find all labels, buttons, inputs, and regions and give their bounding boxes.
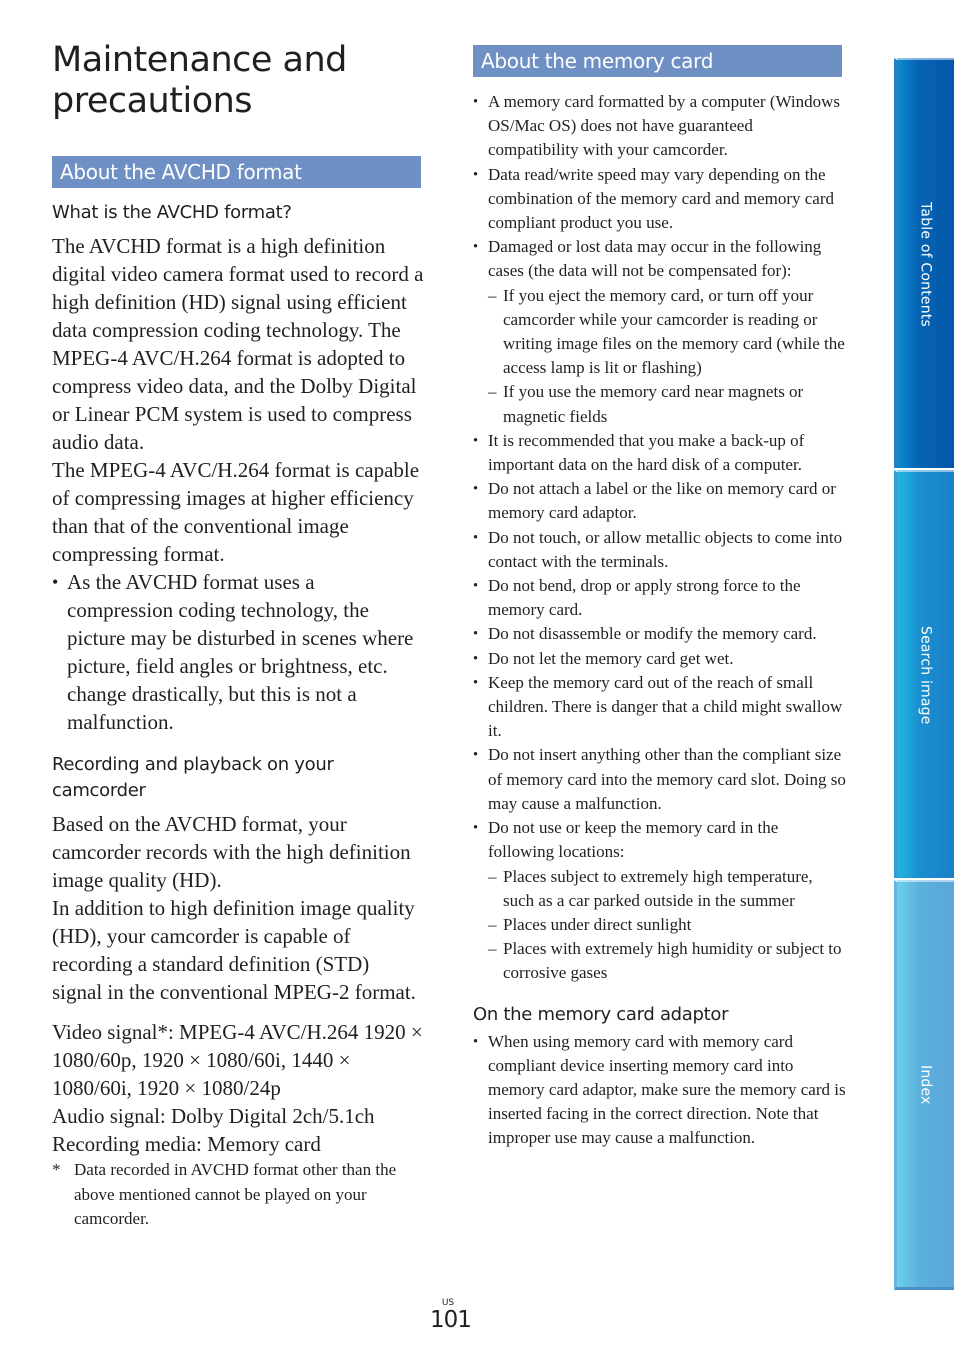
sub-list-item: If you eject the memory card, or turn of…	[488, 284, 847, 381]
footnote-mark: *	[52, 1160, 61, 1179]
sub-list: Places subject to extremely high tempera…	[488, 865, 847, 986]
footnote-text: Data recorded in AVCHD format other than…	[74, 1160, 397, 1228]
list-item: Data read/write speed may vary depending…	[473, 163, 847, 236]
paragraph: The AVCHD format is a high definition di…	[52, 234, 424, 454]
list-item-text: Do not bend, drop or apply strong force …	[488, 576, 801, 620]
side-navigation: Table of Contents Search image Index	[894, 58, 954, 1290]
tab-table-of-contents[interactable]: Table of Contents	[894, 58, 954, 468]
paragraph: Based on the AVCHD format, your camcorde…	[52, 812, 411, 892]
subheading-recording-playback: Recording and playback on your camcorder	[52, 754, 334, 801]
spec-list: Video signal*: MPEG-4 AVC/H.264 1920 × 1…	[52, 1018, 424, 1158]
list-item: A memory card formatted by a computer (W…	[473, 90, 847, 163]
spec-video-signal: Video signal*: MPEG-4 AVC/H.264 1920 × 1…	[52, 1020, 423, 1100]
list-item: Do not disassemble or modify the memory …	[473, 622, 847, 646]
list-item: Damaged or lost data may occur in the fo…	[473, 235, 847, 429]
page-number-value: 101	[430, 1307, 472, 1333]
list-item: Do not bend, drop or apply strong force …	[473, 574, 847, 622]
tab-label: Table of Contents	[917, 201, 934, 327]
paragraph: In addition to high definition image qua…	[52, 896, 416, 1004]
bullet-list: A memory card formatted by a computer (W…	[473, 90, 847, 986]
list-item: When using memory card with memory card …	[473, 1030, 847, 1151]
section-heading-memory-card: About the memory card	[473, 45, 842, 77]
paragraph: The MPEG-4 AVC/H.264 format is capable o…	[52, 458, 420, 566]
list-item: Do not insert anything other than the co…	[473, 743, 847, 816]
tab-label: Index	[917, 1064, 934, 1105]
sub-list-item: Places subject to extremely high tempera…	[488, 865, 847, 913]
spec-audio-signal: Audio signal: Dolby Digital 2ch/5.1ch	[52, 1104, 375, 1128]
list-item: Keep the memory card out of the reach of…	[473, 671, 847, 744]
list-item-text: Do not disassemble or modify the memory …	[488, 624, 817, 644]
tab-search-image[interactable]: Search image	[894, 470, 954, 878]
sub-list-item: Places under direct sunlight	[488, 913, 847, 937]
subheading-what-is-avchd: What is the AVCHD format?	[52, 202, 292, 223]
footnote: * Data recorded in AVCHD format other th…	[52, 1158, 424, 1232]
sub-list-item: Places with extremely high humidity or s…	[488, 937, 847, 985]
tab-index[interactable]: Index	[894, 880, 954, 1290]
page-title: Maintenance and precautions	[52, 40, 347, 121]
list-item: It is recommended that you make a back-u…	[473, 429, 847, 477]
spec-recording-media: Recording media: Memory card	[52, 1132, 321, 1156]
list-item: Do not attach a label or the like on mem…	[473, 477, 847, 525]
list-item-text: Do not insert anything other than the co…	[488, 745, 846, 813]
list-item-text: Do not use or keep the memory card in th…	[488, 818, 779, 862]
sub-list-item: If you use the memory card near magnets …	[488, 380, 847, 428]
section-heading-avchd: About the AVCHD format	[52, 156, 421, 188]
list-item-text: Data read/write speed may vary depending…	[488, 164, 835, 233]
list-item-text: Do not touch, or allow metallic objects …	[488, 527, 843, 571]
sub-list: If you eject the memory card, or turn of…	[488, 284, 847, 429]
list-item: Do not touch, or allow metallic objects …	[473, 526, 847, 574]
list-item-text: Do not attach a label or the like on mem…	[488, 479, 836, 523]
bullet-list: As the AVCHD format uses a compression c…	[52, 568, 424, 736]
list-item-text: It is recommended that you make a back-u…	[488, 430, 805, 475]
page-number: US 101	[430, 1298, 472, 1333]
list-item-text: Do not let the memory card get wet.	[488, 648, 734, 668]
list-item: As the AVCHD format uses a compression c…	[52, 568, 424, 736]
list-item-text: A memory card formatted by a computer (W…	[488, 92, 840, 160]
list-item-text: Keep the memory card out of the reach of…	[488, 672, 843, 741]
list-item: Do not let the memory card get wet.	[473, 647, 847, 671]
list-item-text: Damaged or lost data may occur in the fo…	[488, 237, 822, 281]
memory-card-section: A memory card formatted by a computer (W…	[473, 90, 847, 1151]
bullet-list: When using memory card with memory card …	[473, 1030, 847, 1151]
tab-label: Search image	[917, 625, 934, 725]
subheading-memory-card-adaptor: On the memory card adaptor	[473, 1003, 729, 1025]
avchd-section: What is the AVCHD format? The AVCHD form…	[52, 200, 424, 1232]
list-item: Do not use or keep the memory card in th…	[473, 816, 847, 985]
